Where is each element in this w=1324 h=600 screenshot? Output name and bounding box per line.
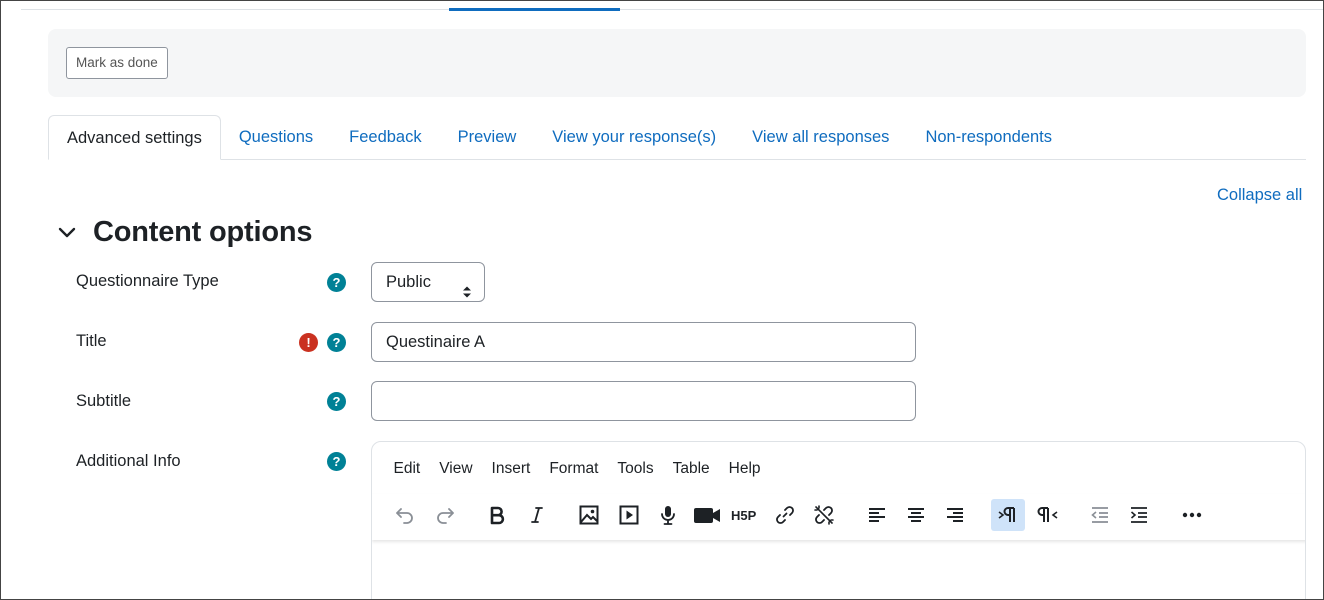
help-icon[interactable]: ? <box>327 273 346 292</box>
tab-questions[interactable]: Questions <box>221 115 331 160</box>
questionnaire-type-label: Questionnaire Type <box>76 272 219 290</box>
tab-view-all-responses[interactable]: View all responses <box>734 115 907 160</box>
rich-text-editor: Edit View Insert Format Tools Table Help <box>371 441 1306 599</box>
indent-icon[interactable] <box>1122 499 1156 531</box>
image-icon[interactable] <box>572 499 606 531</box>
rtl-icon[interactable] <box>1031 499 1065 531</box>
ltr-icon[interactable] <box>991 499 1025 531</box>
questionnaire-type-select[interactable]: Public <box>371 262 485 302</box>
align-center-icon[interactable] <box>899 499 933 531</box>
questionnaire-type-value: Public <box>386 273 431 291</box>
record-video-icon[interactable] <box>690 499 724 531</box>
bold-icon[interactable] <box>480 499 514 531</box>
menu-insert[interactable]: Insert <box>482 460 540 478</box>
subtitle-label: Subtitle <box>76 392 132 410</box>
top-divider <box>21 9 1323 10</box>
link-icon[interactable] <box>768 499 802 531</box>
align-left-icon[interactable] <box>860 499 894 531</box>
chevron-down-icon[interactable] <box>57 223 77 243</box>
menu-table[interactable]: Table <box>663 460 719 478</box>
menu-format[interactable]: Format <box>540 460 608 478</box>
select-arrows-icon <box>462 275 472 298</box>
tab-advanced-settings[interactable]: Advanced settings <box>48 115 221 160</box>
menu-help[interactable]: Help <box>719 460 770 478</box>
editor-menubar: Edit View Insert Format Tools Table Help <box>384 460 770 478</box>
editor-toolbar: H5P <box>372 494 1305 540</box>
h5p-icon[interactable]: H5P <box>728 499 762 531</box>
activity-completion-panel: Mark as done <box>48 29 1306 97</box>
tab-preview[interactable]: Preview <box>440 115 535 160</box>
menu-view[interactable]: View <box>430 460 482 478</box>
redo-icon[interactable] <box>428 499 462 531</box>
outdent-icon[interactable] <box>1083 499 1117 531</box>
title-label: Title <box>76 332 107 350</box>
menu-edit[interactable]: Edit <box>384 460 430 478</box>
menu-tools[interactable]: Tools <box>608 460 663 478</box>
page: Mark as done Advanced settings Questions… <box>0 0 1324 600</box>
help-icon[interactable]: ? <box>327 333 346 352</box>
title-input[interactable]: Questinaire A <box>371 322 916 362</box>
required-icon: ! <box>299 333 318 352</box>
align-right-icon[interactable] <box>938 499 972 531</box>
tab-feedback[interactable]: Feedback <box>331 115 439 160</box>
media-icon[interactable] <box>612 499 646 531</box>
help-icon[interactable]: ? <box>327 452 346 471</box>
help-icon[interactable]: ? <box>327 392 346 411</box>
collapse-all-link[interactable]: Collapse all <box>1217 186 1302 205</box>
svg-text:H5P: H5P <box>731 508 757 523</box>
more-icon[interactable] <box>1175 499 1209 531</box>
italic-icon[interactable] <box>520 499 554 531</box>
record-audio-icon[interactable] <box>651 499 685 531</box>
section-title[interactable]: Content options <box>93 216 312 249</box>
top-tab-indicator <box>449 8 620 11</box>
tab-view-your-responses[interactable]: View your response(s) <box>534 115 734 160</box>
unlink-icon[interactable] <box>807 499 841 531</box>
additional-info-label: Additional Info <box>76 452 181 470</box>
mark-as-done-button[interactable]: Mark as done <box>66 47 168 79</box>
secondary-nav-tabs: Advanced settings Questions Feedback Pre… <box>48 115 1306 160</box>
tab-non-respondents[interactable]: Non-respondents <box>907 115 1070 160</box>
undo-icon[interactable] <box>388 499 422 531</box>
subtitle-input[interactable] <box>371 381 916 421</box>
